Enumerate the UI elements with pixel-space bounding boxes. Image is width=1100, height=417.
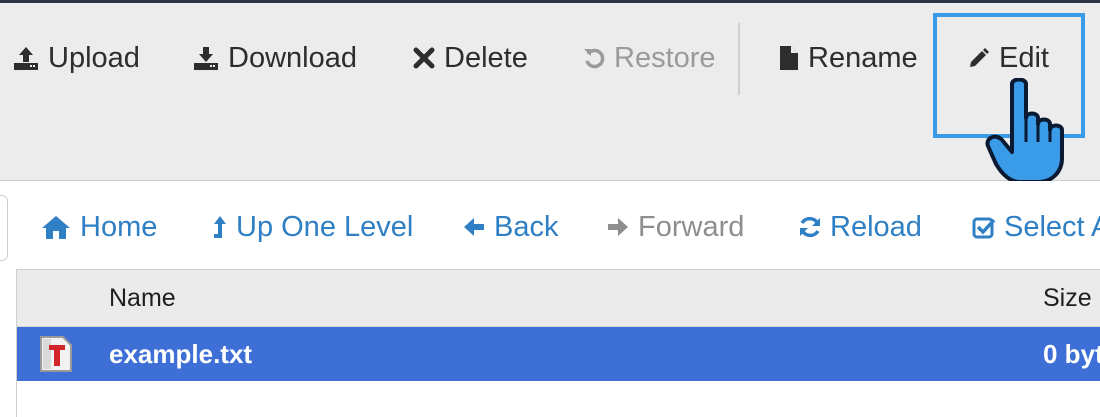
navbar-edge: [0, 195, 8, 261]
download-icon: [192, 45, 220, 71]
restore-icon: [582, 46, 606, 70]
download-label: Download: [228, 41, 357, 74]
reload-icon: [798, 215, 822, 239]
upload-button[interactable]: Upload: [12, 37, 140, 79]
rename-icon: [778, 44, 800, 72]
file-toolbar: Upload Download Delete Restore Rename Ed…: [0, 3, 1100, 181]
rename-label: Rename: [808, 41, 918, 74]
text-file-icon: [39, 335, 73, 373]
back-label: Back: [494, 210, 559, 243]
toolbar-separator: [738, 23, 740, 95]
table-header: Name Size: [17, 270, 1100, 327]
back-icon: [462, 215, 486, 239]
file-table: Name Size example.txt 0 bytes: [16, 269, 1100, 417]
forward-label: Forward: [638, 210, 745, 243]
back-button[interactable]: Back: [462, 207, 558, 247]
delete-button[interactable]: Delete: [412, 37, 528, 79]
home-icon: [40, 214, 72, 240]
table-row[interactable]: example.txt 0 bytes: [17, 327, 1100, 381]
forward-button[interactable]: Forward: [606, 207, 744, 247]
up-one-level-label: Up One Level: [236, 210, 414, 243]
restore-button[interactable]: Restore: [582, 37, 716, 79]
column-header-size[interactable]: Size: [1043, 284, 1092, 313]
upload-icon: [12, 45, 40, 71]
up-one-level-button[interactable]: Up One Level: [212, 207, 413, 247]
file-name-cell: example.txt: [109, 339, 253, 369]
navigation-bar: Home Up One Level Back Forward Reload Se…: [0, 181, 1100, 269]
home-button[interactable]: Home: [40, 207, 157, 247]
reload-button[interactable]: Reload: [798, 207, 922, 247]
hand-cursor-icon: [982, 77, 1072, 193]
reload-label: Reload: [830, 210, 922, 243]
home-label: Home: [80, 210, 158, 243]
upload-label: Upload: [48, 41, 140, 74]
column-header-name[interactable]: Name: [109, 284, 176, 313]
select-all-label: Select All: [1004, 210, 1100, 243]
file-size-cell: 0 bytes: [1043, 339, 1100, 369]
forward-icon: [606, 215, 630, 239]
delete-icon: [412, 46, 436, 70]
delete-label: Delete: [444, 41, 528, 74]
up-icon: [212, 214, 228, 240]
download-button[interactable]: Download: [192, 37, 357, 79]
select-all-icon: [972, 215, 996, 239]
select-all-button[interactable]: Select All: [972, 207, 1100, 247]
rename-button[interactable]: Rename: [778, 37, 918, 79]
restore-label: Restore: [614, 41, 716, 74]
